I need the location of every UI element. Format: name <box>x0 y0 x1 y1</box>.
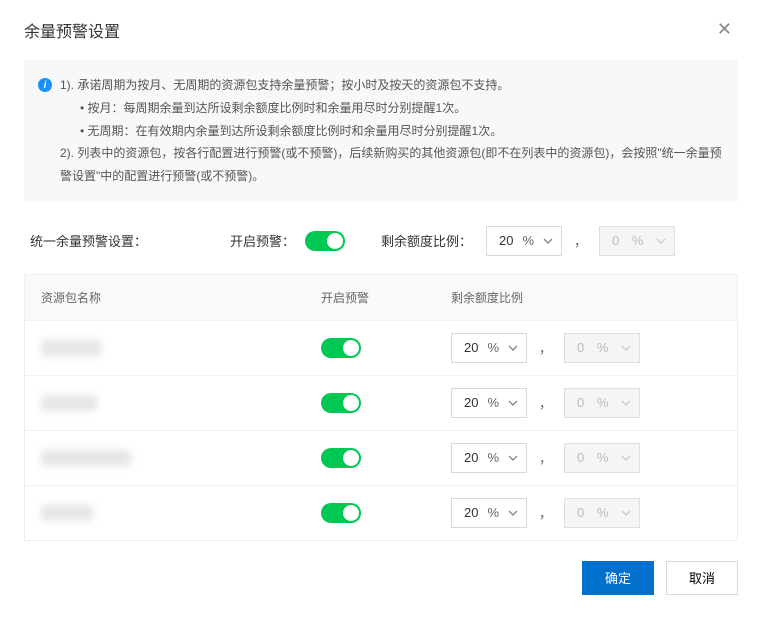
resource-table: 资源包名称 开启预警 剩余额度比例 xxxx 20 % ， 0 % <box>24 274 738 541</box>
select-unit: % <box>632 233 644 248</box>
row-ratio-select-1[interactable]: 20 % <box>451 333 527 363</box>
uniform-toggle[interactable] <box>305 231 345 251</box>
table-row: xxxx 20 % ， 0 % <box>25 485 737 540</box>
chevron-down-icon <box>508 345 518 351</box>
table-row: xxxx 20 % ， 0 % <box>25 430 737 485</box>
select-unit: % <box>487 505 499 520</box>
row-toggle[interactable] <box>321 448 361 468</box>
info-line1: 1). 承诺周期为按月、无周期的资源包支持余量预警；按小时及按天的资源包不支持。 <box>60 74 722 97</box>
chevron-down-icon <box>508 510 518 516</box>
select-unit: % <box>522 233 534 248</box>
uniform-ratio-select-2: 0 % <box>599 226 675 256</box>
chevron-down-icon <box>656 238 666 244</box>
resource-name-blurred: xxxx <box>41 395 97 411</box>
chevron-down-icon <box>508 455 518 461</box>
cell-toggle <box>321 448 451 468</box>
select-unit: % <box>487 395 499 410</box>
comma: ， <box>539 503 552 522</box>
chevron-down-icon <box>543 238 553 244</box>
cell-name: xxxx <box>41 340 321 356</box>
comma: ， <box>539 338 552 357</box>
chevron-down-icon <box>508 400 518 406</box>
chevron-down-icon <box>621 400 631 406</box>
row-ratio-select-1[interactable]: 20 % <box>451 388 527 418</box>
info-box: i 1). 承诺周期为按月、无周期的资源包支持余量预警；按小时及按天的资源包不支… <box>24 60 738 202</box>
cell-name: xxxx <box>41 395 321 411</box>
uniform-setting-row: 统一余量预警设置： 开启预警： 剩余额度比例： 20 % ， 0 % <box>0 218 762 274</box>
chevron-down-icon <box>621 345 631 351</box>
cell-toggle <box>321 338 451 358</box>
modal-title: 余量预警设置 <box>24 18 120 42</box>
select-value: 0 <box>577 450 584 465</box>
uniform-label: 统一余量预警设置： <box>30 231 230 250</box>
select-value: 0 <box>577 340 584 355</box>
ratio-label: 剩余额度比例： <box>381 231 472 250</box>
row-ratio-group: 20 % ， 0 % <box>451 498 721 528</box>
close-icon[interactable]: ✕ <box>711 18 738 40</box>
info-sub1: • 按月：每周期余量到达所设剩余额度比例时和余量用尽时分别提醒1次。 <box>60 97 722 120</box>
uniform-ratio-group: 20 % ， 0 % <box>486 226 675 256</box>
row-ratio-select-2: 0 % <box>564 443 640 473</box>
uniform-ratio-select-1[interactable]: 20 % <box>486 226 562 256</box>
table-body: xxxx 20 % ， 0 % xxxx <box>25 320 737 540</box>
select-value: 20 <box>464 395 478 410</box>
select-unit: % <box>597 450 609 465</box>
ok-button[interactable]: 确定 <box>582 561 654 595</box>
enable-label: 开启预警： <box>230 231 295 250</box>
select-value: 20 <box>464 505 478 520</box>
info-sub2: • 无周期：在有效期内余量到达所设剩余额度比例时和余量用尽时分别提醒1次。 <box>60 120 722 143</box>
select-unit: % <box>597 395 609 410</box>
resource-name-blurred: xxxx <box>41 505 93 521</box>
select-value: 0 <box>612 233 619 248</box>
table-header: 资源包名称 开启预警 剩余额度比例 <box>25 275 737 320</box>
chevron-down-icon <box>621 455 631 461</box>
modal: 余量预警设置 ✕ i 1). 承诺周期为按月、无周期的资源包支持余量预警；按小时… <box>0 0 762 619</box>
comma: ， <box>539 448 552 467</box>
row-toggle[interactable] <box>321 503 361 523</box>
select-unit: % <box>597 505 609 520</box>
comma: ， <box>574 231 587 250</box>
th-ratio: 剩余额度比例 <box>451 289 721 306</box>
select-value: 0 <box>577 395 584 410</box>
select-value: 20 <box>464 340 478 355</box>
select-unit: % <box>597 340 609 355</box>
row-toggle[interactable] <box>321 393 361 413</box>
cell-ratio: 20 % ， 0 % <box>451 388 721 418</box>
select-value: 20 <box>464 450 478 465</box>
th-name: 资源包名称 <box>41 289 321 306</box>
cancel-button[interactable]: 取消 <box>666 561 738 595</box>
select-value: 0 <box>577 505 584 520</box>
info-content: 1). 承诺周期为按月、无周期的资源包支持余量预警；按小时及按天的资源包不支持。… <box>60 74 722 188</box>
row-ratio-select-1[interactable]: 20 % <box>451 498 527 528</box>
cell-toggle <box>321 503 451 523</box>
row-ratio-select-2: 0 % <box>564 333 640 363</box>
chevron-down-icon <box>621 510 631 516</box>
row-ratio-select-1[interactable]: 20 % <box>451 443 527 473</box>
row-ratio-group: 20 % ， 0 % <box>451 388 721 418</box>
cell-toggle <box>321 393 451 413</box>
select-unit: % <box>487 340 499 355</box>
cell-ratio: 20 % ， 0 % <box>451 333 721 363</box>
info-icon: i <box>38 78 52 92</box>
th-toggle: 开启预警 <box>321 289 451 306</box>
select-unit: % <box>487 450 499 465</box>
cell-ratio: 20 % ， 0 % <box>451 443 721 473</box>
info-line2: 2). 列表中的资源包，按各行配置进行预警(或不预警)，后续新购买的其他资源包(… <box>60 142 722 188</box>
modal-header: 余量预警设置 ✕ <box>0 0 762 54</box>
row-ratio-select-2: 0 % <box>564 388 640 418</box>
comma: ， <box>539 393 552 412</box>
cell-ratio: 20 % ， 0 % <box>451 498 721 528</box>
table-row: xxxx 20 % ， 0 % <box>25 375 737 430</box>
cell-name: xxxx <box>41 505 321 521</box>
row-ratio-group: 20 % ， 0 % <box>451 443 721 473</box>
modal-footer: 确定 取消 <box>0 541 762 619</box>
resource-name-blurred: xxxx <box>41 450 131 466</box>
resource-name-blurred: xxxx <box>41 340 101 356</box>
cell-name: xxxx <box>41 450 321 466</box>
row-ratio-group: 20 % ， 0 % <box>451 333 721 363</box>
row-ratio-select-2: 0 % <box>564 498 640 528</box>
row-toggle[interactable] <box>321 338 361 358</box>
select-value: 20 <box>499 233 513 248</box>
table-row: xxxx 20 % ， 0 % <box>25 320 737 375</box>
